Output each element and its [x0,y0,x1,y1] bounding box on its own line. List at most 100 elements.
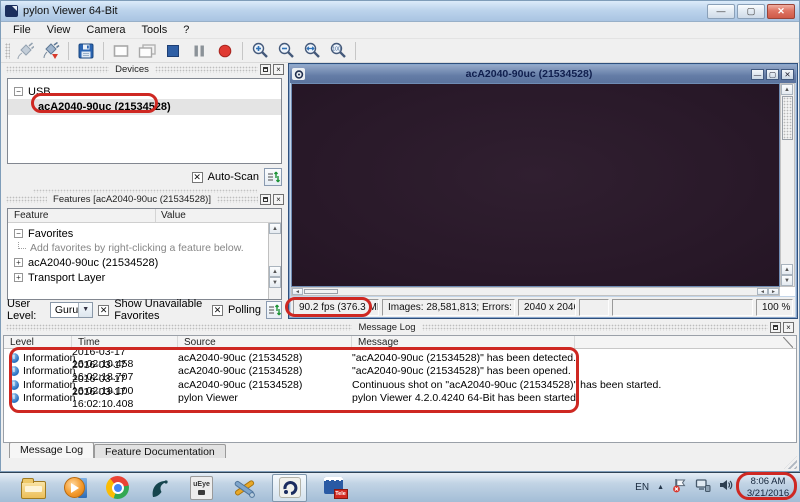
information-icon: i [9,380,19,390]
connect-device-icon[interactable] [38,40,64,62]
table-row[interactable]: iInformation 2016-03-17 16:02:10.408 pyl… [4,392,796,406]
menu-file[interactable]: File [5,23,39,37]
speaker-icon[interactable] [719,478,734,497]
information-icon: i [9,366,19,376]
features-panel-header: Features [acA2040-90uc (21534528)] × [3,193,287,206]
auto-scan-checkbox[interactable]: ✕ [192,172,203,183]
tab-feature-documentation[interactable]: Feature Documentation [94,444,226,458]
taskbar-camera-app-icon[interactable] [146,475,173,501]
tree-item-camera-features[interactable]: + acA2040-90uc (21534528) [8,255,268,270]
close-button[interactable]: ✕ [781,69,794,80]
scroll-up-icon[interactable]: ▲ [269,266,281,277]
polling-checkbox[interactable]: ✕ [212,305,223,316]
title-bar[interactable]: pylon Viewer 64-Bit — ▢ ✕ [1,1,799,22]
scroll-left-icon[interactable]: ◄ [757,288,768,295]
float-panel-icon[interactable] [770,322,781,333]
features-scrollbar[interactable]: ▲ ▲ ▼ [268,223,281,299]
pause-grab-icon[interactable] [186,40,212,62]
menu-view[interactable]: View [39,23,79,37]
record-icon[interactable] [212,40,238,62]
chevron-down-icon[interactable]: ▼ [78,303,92,317]
scroll-left-icon[interactable]: ◄ [292,288,303,295]
column-header-level[interactable]: Level [4,336,72,348]
tree-item-favorites[interactable]: − Favorites [8,226,268,241]
scroll-down-icon[interactable]: ▼ [781,275,793,286]
status-empty-cell [579,299,609,316]
column-header-source[interactable]: Source [178,336,352,348]
desktop: pylon Viewer 64-Bit — ▢ ✕ File View Came… [0,0,800,502]
menu-camera[interactable]: Camera [78,23,133,37]
expand-icon[interactable]: + [14,258,23,267]
status-resolution: 2040 x 2046 [518,299,576,316]
network-icon[interactable] [695,478,711,498]
continuous-shot-icon[interactable] [134,40,160,62]
tab-message-log[interactable]: Message Log [9,442,94,458]
close-panel-icon[interactable]: × [273,194,284,205]
scroll-down-icon[interactable]: ▼ [269,277,281,288]
bottom-tabs: Message Log Feature Documentation [9,442,226,458]
taskbar-chrome-icon[interactable] [104,475,131,501]
menu-bar: File View Camera Tools ? [1,22,799,39]
clock-date: 3/21/2016 [739,488,797,500]
zoom-fit-icon[interactable] [299,40,325,62]
menu-tools[interactable]: Tools [134,23,176,37]
scroll-up-icon[interactable]: ▲ [781,264,793,275]
minimize-button[interactable]: — [707,4,735,19]
column-header-feature[interactable]: Feature [8,209,156,222]
minimize-button[interactable]: — [751,69,764,80]
show-unavailable-checkbox[interactable]: ✕ [98,305,109,316]
refresh-devices-button[interactable] [264,168,282,186]
disconnect-device-icon[interactable] [12,40,38,62]
collapse-icon[interactable]: − [14,87,23,96]
close-panel-icon[interactable]: × [273,64,284,75]
refresh-features-button[interactable] [266,301,282,319]
hidden-icons-chevron-icon[interactable]: ▲ [657,484,664,491]
zoom-in-icon[interactable] [247,40,273,62]
devices-panel-title: Devices [109,64,155,75]
menu-help[interactable]: ? [175,23,197,37]
taskbar-explorer-icon[interactable] [20,475,47,501]
tree-item-transport-layer[interactable]: + Transport Layer [8,270,268,285]
expand-icon[interactable]: + [14,273,23,282]
taskbar-tools-icon[interactable] [230,475,257,501]
close-button[interactable]: ✕ [767,4,795,19]
taskbar-clock[interactable]: 8:06 AM 3/21/2016 [739,476,797,499]
column-header-value[interactable]: Value [156,209,281,222]
single-shot-icon[interactable] [108,40,134,62]
taskbar-video-tool-icon[interactable]: Tele [322,475,349,501]
camera-image-view[interactable] [291,83,780,287]
left-dock: Devices × − USB acA2040-90uc (21534528) … [3,63,287,321]
language-indicator[interactable]: EN [635,482,649,493]
vertical-scrollbar[interactable]: ▲ ▲ ▼ [780,83,795,287]
float-panel-icon[interactable] [260,64,271,75]
taskbar-pylon-viewer-icon[interactable] [272,474,307,502]
zoom-out-icon[interactable] [273,40,299,62]
scroll-up-icon[interactable]: ▲ [781,84,793,95]
device-tree: − USB acA2040-90uc (21534528) [7,78,282,164]
maximize-button[interactable]: ▢ [737,4,765,19]
scrollbar-thumb[interactable] [304,289,338,294]
status-zoom-level: 100 % [756,299,793,316]
save-image-icon[interactable] [73,40,99,62]
scrollbar-thumb[interactable] [782,96,793,140]
horizontal-scrollbar[interactable]: ◄ ◄ ► [291,287,780,296]
scroll-up-icon[interactable]: ▲ [269,223,281,234]
tree-item-usb[interactable]: − USB [8,84,281,99]
taskbar-ueye-icon[interactable]: uEye [188,475,215,501]
zoom-100-icon[interactable]: 100 [325,40,351,62]
maximize-button[interactable]: ▢ [766,69,779,80]
message-log-table: Level Time Source Message iInformation 2… [3,335,797,443]
camera-window-titlebar[interactable]: acA2040-90uc (21534528) — ▢ ✕ [290,65,796,83]
float-panel-icon[interactable] [260,194,271,205]
collapse-icon[interactable]: − [14,229,23,238]
user-level-select[interactable]: Guru ▼ [50,302,93,318]
toolbar-grip[interactable] [5,43,10,59]
status-empty-cell [612,299,753,316]
scroll-right-icon[interactable]: ► [768,288,779,295]
action-center-flag-icon[interactable] [672,478,687,498]
tree-item-camera-device[interactable]: acA2040-90uc (21534528) [8,99,281,115]
stop-grab-icon[interactable] [160,40,186,62]
column-header-message[interactable]: Message [352,336,575,348]
taskbar-media-player-icon[interactable] [62,475,89,501]
close-panel-icon[interactable]: × [783,322,794,333]
